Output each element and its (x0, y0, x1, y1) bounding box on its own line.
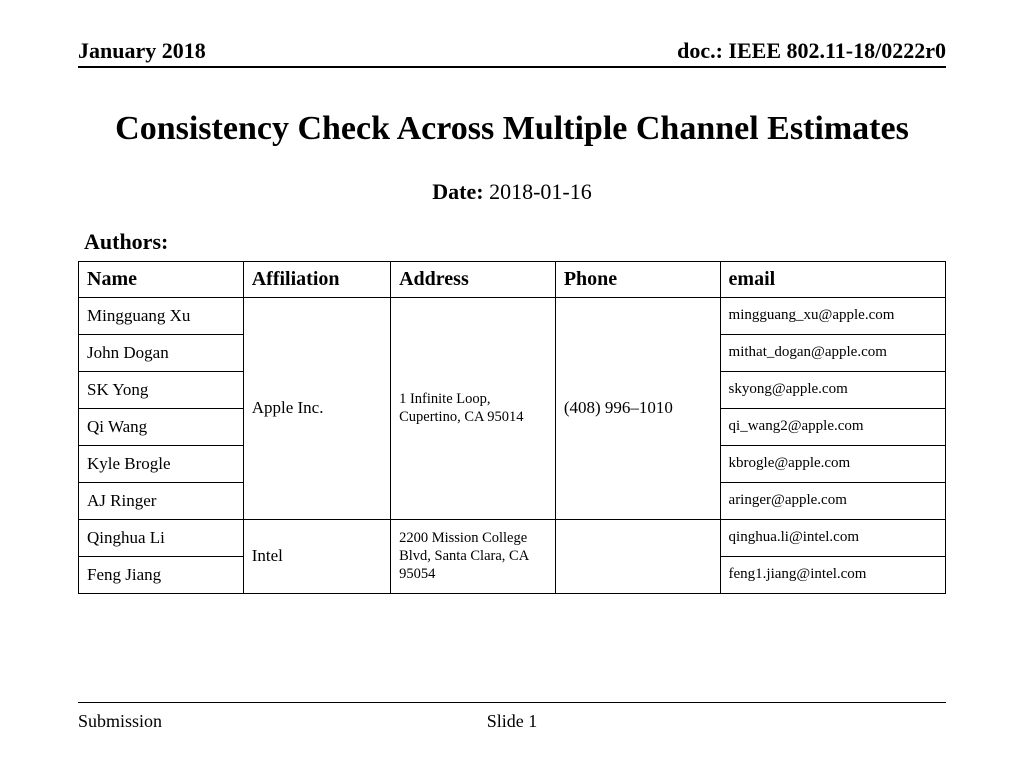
authors-label: Authors: (84, 229, 946, 255)
date-label: Date: (432, 179, 483, 204)
author-name: John Dogan (79, 334, 244, 371)
author-name: Feng Jiang (79, 556, 244, 593)
table-row: Qinghua Li Intel 2200 Mission College Bl… (79, 519, 946, 556)
table-header-row: Name Affiliation Address Phone email (79, 261, 946, 297)
author-email: kbrogle@apple.com (720, 445, 945, 482)
footer-center: Slide 1 (487, 711, 538, 732)
author-name: Mingguang Xu (79, 297, 244, 334)
table-row: Mingguang Xu Apple Inc. 1 Infinite Loop,… (79, 297, 946, 334)
date-value: 2018-01-16 (489, 179, 592, 204)
authors-table: Name Affiliation Address Phone email Min… (78, 261, 946, 594)
col-name: Name (79, 261, 244, 297)
author-email: mingguang_xu@apple.com (720, 297, 945, 334)
header-date: January 2018 (78, 38, 206, 64)
col-address: Address (391, 261, 556, 297)
author-phone: (408) 996–1010 (555, 297, 720, 519)
author-email: feng1.jiang@intel.com (720, 556, 945, 593)
slide-page: January 2018 doc.: IEEE 802.11-18/0222r0… (0, 0, 1024, 768)
header-bar: January 2018 doc.: IEEE 802.11-18/0222r0 (78, 38, 946, 68)
page-title: Consistency Check Across Multiple Channe… (78, 108, 946, 151)
footer-bar: Submission Slide 1 (78, 702, 946, 732)
author-name: AJ Ringer (79, 482, 244, 519)
author-email: qinghua.li@intel.com (720, 519, 945, 556)
author-affiliation: Apple Inc. (243, 297, 390, 519)
author-name: Kyle Brogle (79, 445, 244, 482)
author-email: qi_wang2@apple.com (720, 408, 945, 445)
footer-left: Submission (78, 711, 162, 732)
author-email: mithat_dogan@apple.com (720, 334, 945, 371)
col-phone: Phone (555, 261, 720, 297)
col-email: email (720, 261, 945, 297)
author-address: 1 Infinite Loop, Cupertino, CA 95014 (391, 297, 556, 519)
col-affiliation: Affiliation (243, 261, 390, 297)
author-name: Qi Wang (79, 408, 244, 445)
author-email: aringer@apple.com (720, 482, 945, 519)
header-doc-id: doc.: IEEE 802.11-18/0222r0 (677, 38, 946, 64)
author-affiliation: Intel (243, 519, 390, 593)
date-line: Date: 2018-01-16 (78, 179, 946, 205)
author-name: Qinghua Li (79, 519, 244, 556)
author-email: skyong@apple.com (720, 371, 945, 408)
author-phone (555, 519, 720, 593)
author-name: SK Yong (79, 371, 244, 408)
author-address: 2200 Mission College Blvd, Santa Clara, … (391, 519, 556, 593)
